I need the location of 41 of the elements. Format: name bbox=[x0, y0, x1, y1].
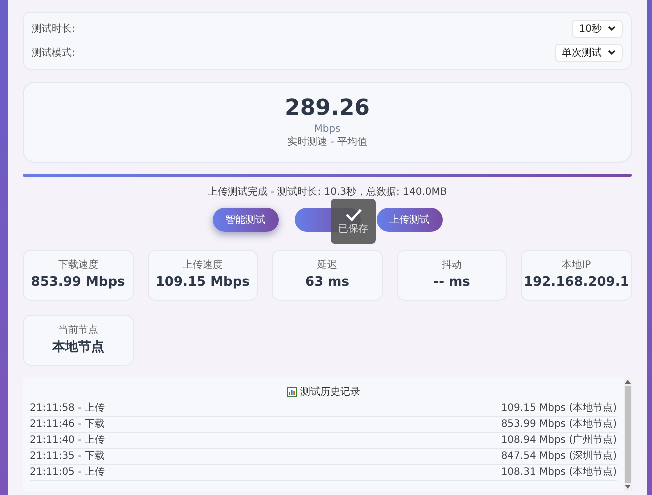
history-time: 21:11:46 - 下载 bbox=[30, 418, 105, 432]
stat-value: -- ms bbox=[434, 274, 470, 292]
stat-value: 63 ms bbox=[306, 274, 350, 292]
stat-label: 抖动 bbox=[442, 260, 462, 272]
setting-label: 测试时长: bbox=[32, 22, 76, 36]
status-text: 上传测试完成 - 测试时长: 10.3秒，总数据: 140.0MB bbox=[208, 186, 448, 200]
chevron-down-icon bbox=[608, 26, 616, 32]
select-field[interactable]: 10秒 bbox=[572, 20, 623, 38]
history-title: 测试历史记录 bbox=[300, 386, 360, 400]
history-result: 853.99 Mbps (本地节点) bbox=[501, 418, 617, 432]
history-time: 21:11:58 - 上传 bbox=[30, 402, 105, 416]
history-result: 847.54 Mbps (深圳节点) bbox=[501, 450, 617, 464]
select-field[interactable]: 单次测试 bbox=[555, 44, 623, 62]
stat-label: 本地IP bbox=[562, 260, 592, 272]
history-time: 21:11:35 - 下载 bbox=[30, 450, 105, 464]
history-result: 108.31 Mbps (本地节点) bbox=[501, 466, 617, 480]
stat-label: 下载速度 bbox=[58, 260, 98, 272]
bar-chart-icon bbox=[286, 387, 296, 397]
history-result: 108.94 Mbps (广州节点) bbox=[501, 434, 617, 448]
stat-label: 上传速度 bbox=[182, 260, 223, 272]
stat-label: 延迟 bbox=[317, 260, 338, 272]
test-button[interactable]: 上传测试 bbox=[376, 208, 442, 232]
history-time: 21:11:05 - 上传 bbox=[30, 466, 105, 480]
saved-toast: 已保存 bbox=[331, 199, 376, 244]
stat-label: 当前节点 bbox=[58, 324, 98, 336]
scrollbar[interactable] bbox=[624, 378, 632, 491]
test-button[interactable]: 智能测试 bbox=[212, 208, 278, 232]
stat-value: 109.15 Mbps bbox=[156, 274, 250, 292]
chevron-down-icon bbox=[608, 50, 616, 56]
setting-label: 测试模式: bbox=[32, 46, 76, 60]
scroll-down-icon[interactable] bbox=[625, 483, 631, 491]
scroll-up-icon[interactable] bbox=[625, 378, 631, 386]
speed-value: 289.26 bbox=[285, 96, 370, 122]
history-time: 21:11:40 - 上传 bbox=[30, 434, 105, 448]
speed-unit: Mbps bbox=[314, 123, 341, 136]
speed-caption: 实时测速 - 平均值 bbox=[288, 137, 368, 149]
stat-value: 192.168.209.1 bbox=[524, 274, 630, 292]
stat-value: 853.99 Mbps bbox=[31, 274, 126, 292]
history-result: 109.15 Mbps (本地节点) bbox=[501, 402, 617, 416]
checkmark-icon bbox=[344, 208, 362, 222]
stat-value: 本地节点 bbox=[52, 338, 104, 356]
